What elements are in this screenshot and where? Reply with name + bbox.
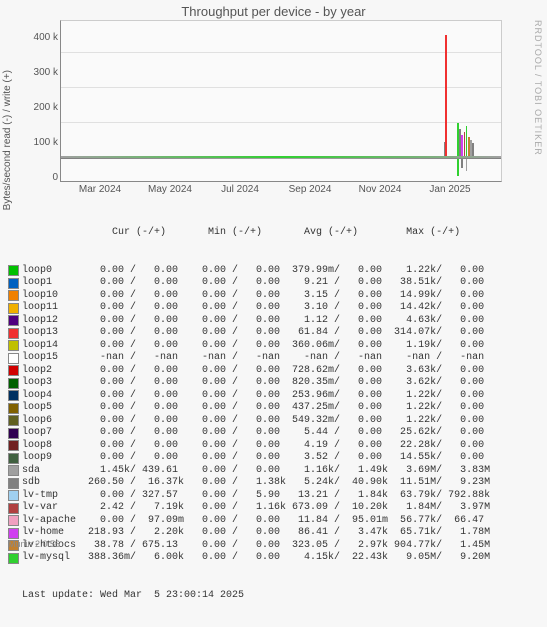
x-tick: Mar 2024 — [79, 184, 121, 195]
y-tick: 200 k — [20, 102, 58, 113]
legend-row-loop12: loop12 0.00 / 0.00 0.00 / 0.00 1.12 / 0.… — [8, 315, 490, 328]
chart-title: Throughput per device - by year — [0, 0, 547, 19]
legend-text: lv-var 2.42 / 7.19k 0.00 / 1.16k 673.09 … — [22, 502, 490, 515]
legend-row-sda: sda 1.45k/ 439.61 0.00 / 0.00 1.16k/ 1.4… — [8, 465, 490, 478]
legend-row-lv-htdocs: lv-htdocs 38.78 / 675.13 0.00 / 0.00 323… — [8, 540, 490, 553]
legend-swatch — [8, 553, 19, 564]
legend-text: sdb 260.50 / 16.37k 0.00 / 1.38k 5.24k/ … — [22, 477, 490, 490]
legend-swatch — [8, 328, 19, 339]
legend-text: loop5 0.00 / 0.00 0.00 / 0.00 437.25m/ 0… — [22, 402, 484, 415]
last-update: Last update: Wed Mar 5 23:00:14 2025 — [22, 590, 490, 603]
legend-row-loop8: loop8 0.00 / 0.00 0.00 / 0.00 4.19 / 0.0… — [8, 440, 490, 453]
legend-swatch — [8, 503, 19, 514]
legend-swatch — [8, 403, 19, 414]
legend-text: loop8 0.00 / 0.00 0.00 / 0.00 4.19 / 0.0… — [22, 440, 484, 453]
legend-row-loop15: loop15 -nan / -nan -nan / -nan -nan / -n… — [8, 352, 490, 365]
legend-row-loop2: loop2 0.00 / 0.00 0.00 / 0.00 728.62m/ 0… — [8, 365, 490, 378]
legend-text: loop14 0.00 / 0.00 0.00 / 0.00 360.06m/ … — [22, 340, 484, 353]
legend-row-lv-home: lv-home 218.93 / 2.20k 0.00 / 0.00 86.41… — [8, 527, 490, 540]
legend-row-loop9: loop9 0.00 / 0.00 0.00 / 0.00 3.52 / 0.0… — [8, 452, 490, 465]
legend-row-loop7: loop7 0.00 / 0.00 0.00 / 0.00 5.44 / 0.0… — [8, 427, 490, 440]
legend-row-loop11: loop11 0.00 / 0.00 0.00 / 0.00 3.10 / 0.… — [8, 302, 490, 315]
rrdtool-watermark: RRDTOOL / TOBI OETIKER — [533, 20, 543, 156]
munin-version: Munin 2.0.56 — [8, 539, 60, 549]
legend-swatch — [8, 390, 19, 401]
legend-swatch — [8, 340, 19, 351]
legend-swatch — [8, 365, 19, 376]
x-tick: May 2024 — [148, 184, 192, 195]
legend-swatch — [8, 515, 19, 526]
legend-text: lv-tmp 0.00 / 327.57 0.00 / 5.90 13.21 /… — [22, 490, 490, 503]
legend-text: loop9 0.00 / 0.00 0.00 / 0.00 3.52 / 0.0… — [22, 452, 484, 465]
legend-text: lv-mysql 388.36m/ 6.00k 0.00 / 0.00 4.15… — [22, 552, 490, 565]
y-tick: 0 — [20, 172, 58, 183]
legend-row-loop1: loop1 0.00 / 0.00 0.00 / 0.00 9.21 / 0.0… — [8, 277, 490, 290]
legend-swatch — [8, 290, 19, 301]
legend-swatch — [8, 478, 19, 489]
y-tick: 100 k — [20, 137, 58, 148]
legend-text: loop7 0.00 / 0.00 0.00 / 0.00 5.44 / 0.0… — [22, 427, 484, 440]
legend-text: loop1 0.00 / 0.00 0.00 / 0.00 9.21 / 0.0… — [22, 277, 484, 290]
legend-text: loop6 0.00 / 0.00 0.00 / 0.00 549.32m/ 0… — [22, 415, 484, 428]
legend-text: loop15 -nan / -nan -nan / -nan -nan / -n… — [22, 352, 484, 365]
legend-row-lv-tmp: lv-tmp 0.00 / 327.57 0.00 / 5.90 13.21 /… — [8, 490, 490, 503]
legend-text: loop10 0.00 / 0.00 0.00 / 0.00 3.15 / 0.… — [22, 290, 484, 303]
legend-text: loop3 0.00 / 0.00 0.00 / 0.00 820.35m/ 0… — [22, 377, 484, 390]
x-tick: Jan 2025 — [429, 184, 470, 195]
legend-swatch — [8, 303, 19, 314]
legend-row-loop6: loop6 0.00 / 0.00 0.00 / 0.00 549.32m/ 0… — [8, 415, 490, 428]
legend-row-loop5: loop5 0.00 / 0.00 0.00 / 0.00 437.25m/ 0… — [8, 402, 490, 415]
munin-graph-container: Throughput per device - by year RRDTOOL … — [0, 0, 547, 551]
legend-text: loop11 0.00 / 0.00 0.00 / 0.00 3.10 / 0.… — [22, 302, 484, 315]
legend-text: loop4 0.00 / 0.00 0.00 / 0.00 253.96m/ 0… — [22, 390, 484, 403]
legend-text: lv-home 218.93 / 2.20k 0.00 / 0.00 86.41… — [22, 527, 490, 540]
legend-row-lv-apache: lv-apache 0.00 / 97.09m 0.00 / 0.00 11.8… — [8, 515, 490, 528]
legend-row-loop13: loop13 0.00 / 0.00 0.00 / 0.00 61.84 / 0… — [8, 327, 490, 340]
legend-swatch — [8, 440, 19, 451]
legend-row-loop14: loop14 0.00 / 0.00 0.00 / 0.00 360.06m/ … — [8, 340, 490, 353]
legend-swatch — [8, 415, 19, 426]
legend-text: loop0 0.00 / 0.00 0.00 / 0.00 379.99m/ 0… — [22, 265, 484, 278]
legend-text: loop13 0.00 / 0.00 0.00 / 0.00 61.84 / 0… — [22, 327, 484, 340]
legend-swatch — [8, 378, 19, 389]
y-tick: 400 k — [20, 32, 58, 43]
legend-swatch — [8, 428, 19, 439]
legend-swatch — [8, 490, 19, 501]
legend-row-loop4: loop4 0.00 / 0.00 0.00 / 0.00 253.96m/ 0… — [8, 390, 490, 403]
legend-text: sda 1.45k/ 439.61 0.00 / 0.00 1.16k/ 1.4… — [22, 465, 490, 478]
legend-row-loop10: loop10 0.00 / 0.00 0.00 / 0.00 3.15 / 0.… — [8, 290, 490, 303]
legend-text: lv-apache 0.00 / 97.09m 0.00 / 0.00 11.8… — [22, 515, 484, 528]
legend-swatch — [8, 315, 19, 326]
x-tick: Nov 2024 — [359, 184, 402, 195]
legend-swatch — [8, 278, 19, 289]
legend-swatch — [8, 353, 19, 364]
plot-area — [60, 20, 502, 182]
legend-swatch — [8, 453, 19, 464]
y-axis-label: Bytes/second read (-) / write (+) — [2, 70, 13, 210]
y-tick: 300 k — [20, 67, 58, 78]
legend-row-lv-var: lv-var 2.42 / 7.19k 0.00 / 1.16k 673.09 … — [8, 502, 490, 515]
legend-swatch — [8, 528, 19, 539]
legend-header: Cur (-/+) Min (-/+) Avg (-/+) Max (-/+) — [22, 227, 490, 240]
legend-table: Cur (-/+) Min (-/+) Avg (-/+) Max (-/+) … — [8, 202, 490, 627]
legend-row-loop3: loop3 0.00 / 0.00 0.00 / 0.00 820.35m/ 0… — [8, 377, 490, 390]
data-spike — [445, 35, 447, 158]
x-tick: Jul 2024 — [221, 184, 259, 195]
legend-swatch — [8, 265, 19, 276]
legend-row-loop0: loop0 0.00 / 0.00 0.00 / 0.00 379.99m/ 0… — [8, 265, 490, 278]
legend-text: lv-htdocs 38.78 / 675.13 0.00 / 0.00 323… — [22, 540, 490, 553]
legend-text: loop2 0.00 / 0.00 0.00 / 0.00 728.62m/ 0… — [22, 365, 484, 378]
legend-row-lv-mysql: lv-mysql 388.36m/ 6.00k 0.00 / 0.00 4.15… — [8, 552, 490, 565]
legend-row-sdb: sdb 260.50 / 16.37k 0.00 / 1.38k 5.24k/ … — [8, 477, 490, 490]
legend-text: loop12 0.00 / 0.00 0.00 / 0.00 1.12 / 0.… — [22, 315, 484, 328]
x-tick: Sep 2024 — [289, 184, 332, 195]
legend-swatch — [8, 465, 19, 476]
